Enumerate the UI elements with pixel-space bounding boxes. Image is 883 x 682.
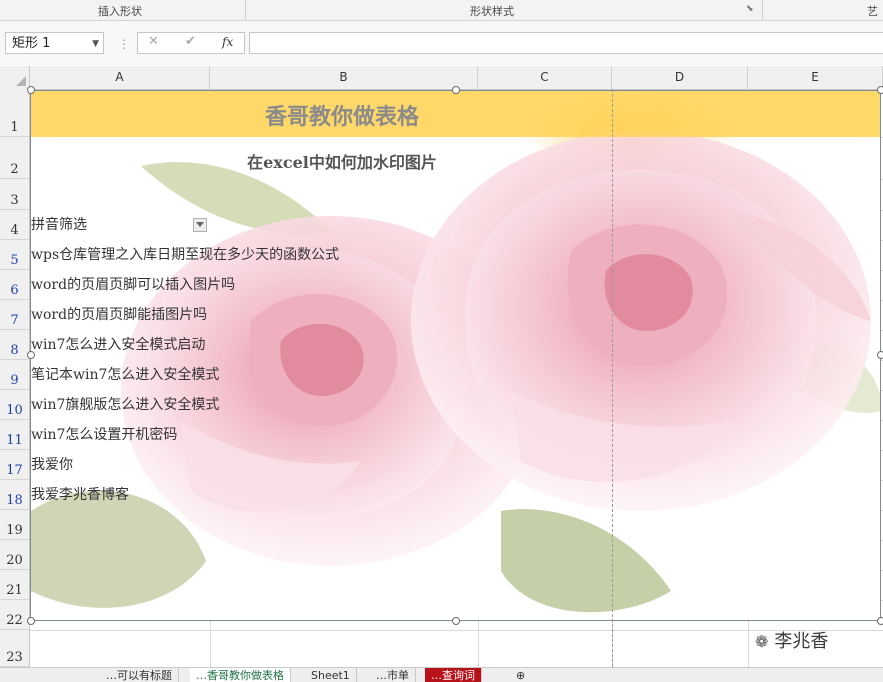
formula-buttons: ✕ ✔ fx [137,32,245,54]
name-box[interactable]: 矩形 1 ▼ [5,32,104,54]
row-header[interactable]: 19 [0,510,29,540]
row-header[interactable]: 23 [0,630,29,667]
column-header-c[interactable]: C [478,66,612,89]
chevron-down-icon[interactable]: ▼ [92,33,99,55]
row-header[interactable]: 5 [0,240,29,270]
ribbon-group-shape-style: 形状样式 [470,5,514,18]
row-header[interactable]: 4 [0,210,29,240]
wechat-icon: ❁ [755,632,769,651]
resize-handle[interactable] [877,351,883,359]
cell-a11[interactable]: win7怎么设置开机密码 [31,424,177,444]
row-header[interactable]: 21 [0,570,29,600]
row-header[interactable]: 17 [0,450,29,480]
cell-a10[interactable]: win7旗舰版怎么进入安全模式 [31,394,219,414]
row-header[interactable]: 1 [0,89,29,137]
row-header[interactable]: 2 [0,137,29,179]
select-all-icon [16,76,26,86]
row-header[interactable]: 9 [0,360,29,390]
cell-a5[interactable]: wps仓库管理之入库日期至现在多少天的函数公式 [31,244,339,264]
add-sheet-icon[interactable]: ⊕ [510,668,531,682]
cell-a8[interactable]: win7怎么进入安全模式启动 [31,334,205,354]
row-header[interactable]: 8 [0,330,29,360]
row-header[interactable]: 20 [0,540,29,570]
row-header[interactable]: 10 [0,390,29,420]
sheet-tab[interactable]: …查询词 [425,668,482,682]
sheet-tab[interactable]: …可以有标题 [100,668,179,682]
sheet-subtitle: 在excel中如何加水印图片 [247,153,437,172]
ribbon-group-labels: 插入形状 形状样式 ⬊ 艺 [0,0,883,21]
sheet-tab[interactable]: Sheet1 [305,668,357,682]
cell-a18[interactable]: 我爱李兆香博客 [31,484,129,504]
rectangle-shape[interactable]: 香哥教你做表格 在excel中如何加水印图片 [30,90,881,621]
row-headers: 1 2 3 4 5 6 7 8 9 10 11 17 18 19 20 21 2… [0,89,30,667]
resize-handle[interactable] [452,617,460,625]
filter-dropdown-button[interactable] [193,218,207,232]
cancel-icon[interactable]: ✕ [148,34,159,49]
sheet-tab-active[interactable]: …香哥教你做表格 [190,668,291,682]
ribbon-divider [245,0,246,20]
cell-a17[interactable]: 我爱你 [31,454,73,474]
sheet-tab-bar: …可以有标题 …香哥教你做表格 Sheet1 …市单 …查询词 ⊕ [0,667,883,682]
cell-a7[interactable]: word的页眉页脚能插图片吗 [31,304,207,324]
resize-handle[interactable] [27,351,35,359]
row-header[interactable]: 22 [0,600,29,630]
row-header[interactable]: 18 [0,480,29,510]
resize-handle[interactable] [27,86,35,94]
row-header[interactable]: 3 [0,179,29,210]
sheet-tab[interactable]: …市单 [370,668,416,682]
column-header-e[interactable]: E [748,66,883,89]
watermark-text: 李兆香 [774,631,829,652]
ribbon-group-insert-shape: 插入形状 [98,5,142,18]
column-header-d[interactable]: D [612,66,748,89]
insert-function-icon[interactable]: fx [222,35,233,49]
worksheet-grid[interactable]: 香哥教你做表格 在excel中如何加水印图片 拼音筛选 wps仓库管理之入库日期… [30,89,883,667]
sheet-title: 香哥教你做表格 [264,104,419,130]
cell-a6[interactable]: word的页眉页脚可以插入图片吗 [31,274,235,294]
dialog-launcher-icon[interactable]: ⬊ [746,4,754,14]
formula-bar-grip-icon[interactable]: ⋮ [118,37,130,51]
formula-input[interactable] [249,32,883,54]
formula-bar: 矩形 1 ▼ ⋮ ✕ ✔ fx [0,21,883,65]
ribbon-divider [762,0,763,20]
resize-handle[interactable] [877,617,883,625]
row-header[interactable]: 11 [0,420,29,450]
cell-a9[interactable]: 笔记本win7怎么进入安全模式 [31,364,219,384]
enter-icon[interactable]: ✔ [185,34,196,49]
resize-handle[interactable] [452,86,460,94]
resize-handle[interactable] [27,617,35,625]
name-box-value: 矩形 1 [12,36,51,51]
select-all-corner[interactable] [0,66,30,89]
column-headers: A B C D E [0,66,883,90]
ribbon-group-art: 艺 [867,5,878,18]
row-header[interactable]: 7 [0,300,29,330]
cell-a4[interactable]: 拼音筛选 [31,214,87,234]
wechat-watermark: ❁ 李兆香 [755,627,828,653]
page-break-line [612,89,613,667]
column-header-b[interactable]: B [210,66,478,89]
resize-handle[interactable] [877,86,883,94]
column-header-a[interactable]: A [30,66,210,89]
row-header[interactable]: 6 [0,270,29,300]
